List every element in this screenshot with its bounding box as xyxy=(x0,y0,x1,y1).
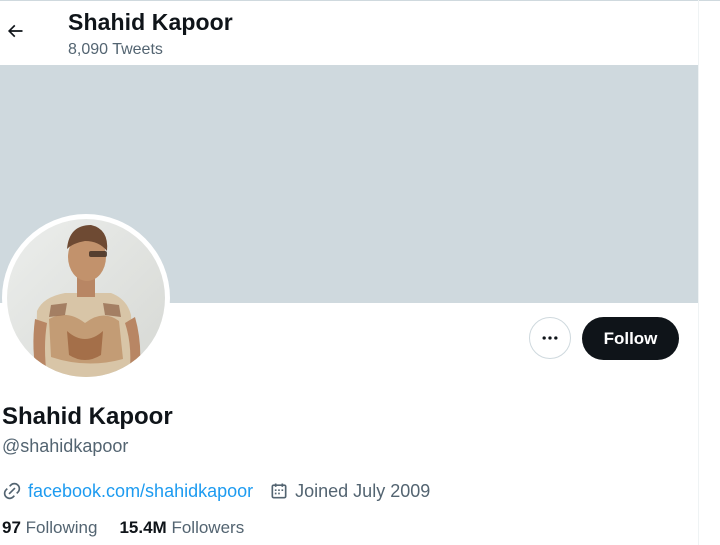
calendar-icon xyxy=(269,481,289,501)
back-button[interactable] xyxy=(0,13,30,49)
link-icon xyxy=(2,481,22,501)
followers-label: Followers xyxy=(171,518,245,537)
avatar-photo xyxy=(7,219,165,377)
tweet-count: 8,090 Tweets xyxy=(68,41,163,58)
joined-date: Joined July 2009 xyxy=(269,481,430,502)
header-title: Shahid Kapoor xyxy=(68,9,233,35)
profile-meta: facebook.com/shahidkapoor Joined July 20… xyxy=(2,479,430,503)
profile-header-bar: Shahid Kapoor 8,090 Tweets xyxy=(0,1,698,65)
following-count: 97 xyxy=(2,518,21,537)
following-label: Following xyxy=(25,518,98,537)
user-handle: @shahidkapoor xyxy=(2,436,129,456)
more-options-button[interactable] xyxy=(529,317,571,359)
display-name: Shahid Kapoor xyxy=(2,403,173,430)
followers-link[interactable]: 15.4M Followers xyxy=(119,518,244,538)
joined-text: Joined July 2009 xyxy=(295,480,431,501)
follow-stats: 97 Following 15.4M Followers xyxy=(2,518,266,538)
profile-avatar[interactable] xyxy=(2,214,170,382)
followers-count: 15.4M xyxy=(119,518,167,537)
website-link[interactable]: facebook.com/shahidkapoor xyxy=(28,481,253,502)
following-link[interactable]: 97 Following xyxy=(2,518,97,538)
column-divider xyxy=(698,0,699,545)
follow-button[interactable]: Follow xyxy=(582,317,679,360)
arrow-left-icon xyxy=(7,24,23,38)
more-horizontal-icon xyxy=(542,336,558,340)
